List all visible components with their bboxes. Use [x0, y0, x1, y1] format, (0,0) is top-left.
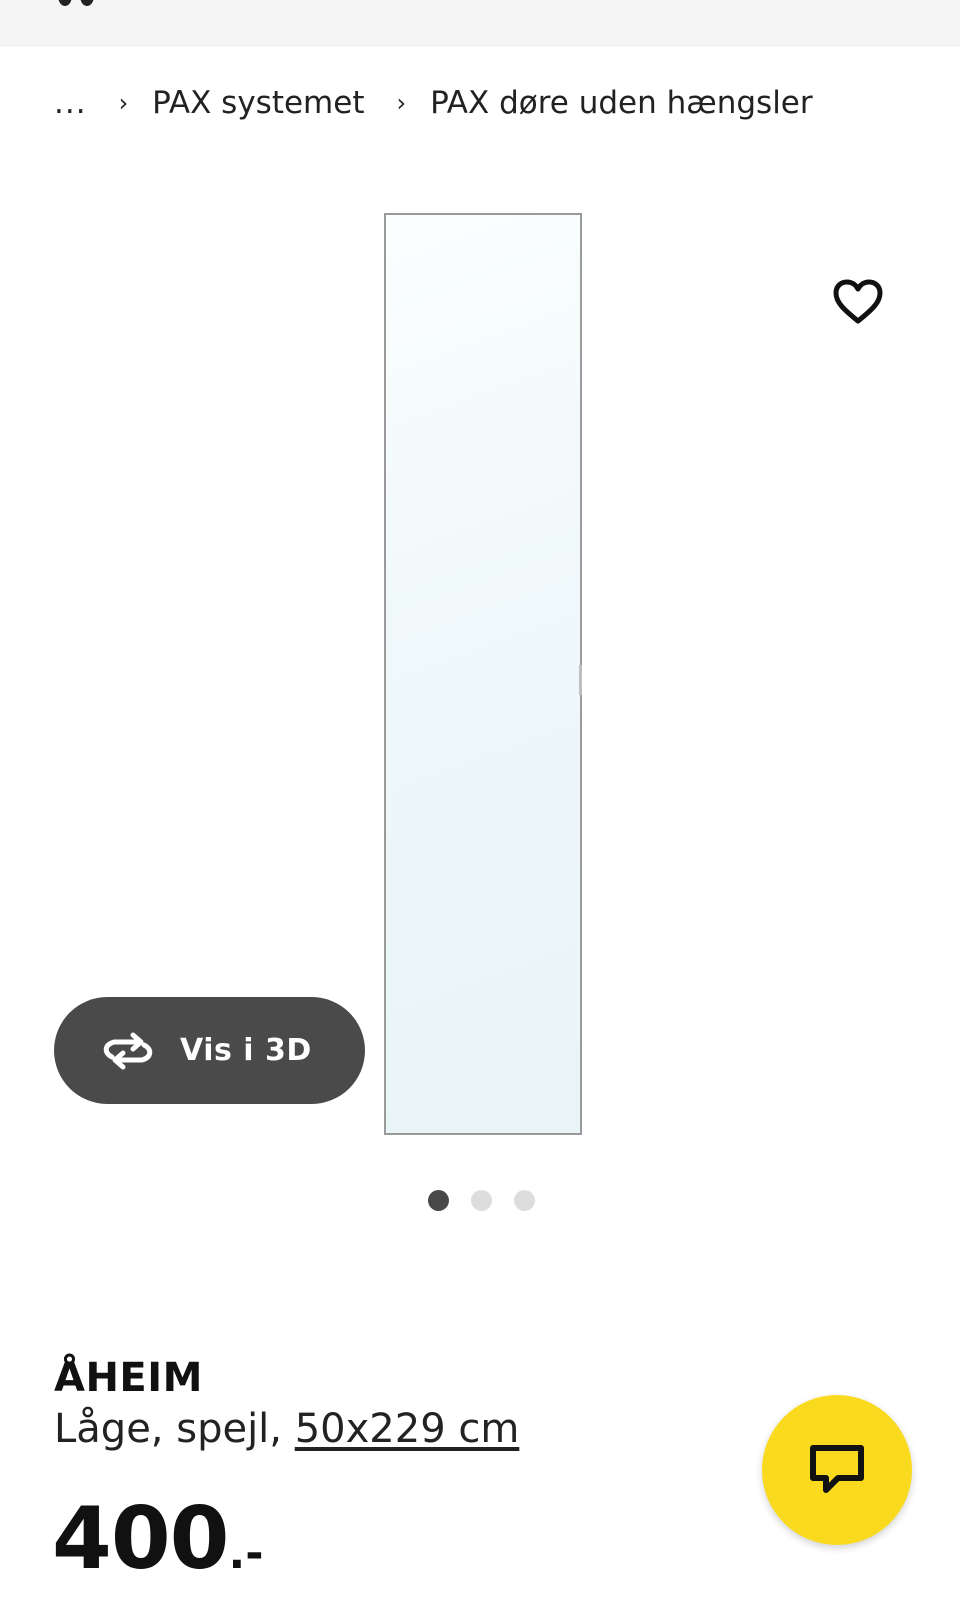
image-pager [428, 1190, 535, 1211]
view-in-3d-label: Vis i 3D [180, 1033, 312, 1068]
top-bar [0, 0, 960, 46]
heart-icon [833, 279, 883, 324]
product-size-link[interactable]: 50x229 cm [295, 1406, 520, 1452]
favourite-button[interactable] [826, 270, 890, 334]
top-bar-logo-fragment[interactable] [58, 0, 94, 6]
door-edge-mark [579, 665, 582, 695]
breadcrumb-ellipsis[interactable]: ... [54, 85, 87, 121]
product-page: ... › PAX systemet › PAX døre uden hængs… [0, 0, 960, 1600]
pager-dot-1[interactable] [428, 1190, 449, 1211]
breadcrumb-item-pax-doere[interactable]: PAX døre uden hængsler [430, 85, 813, 121]
breadcrumb-separator: › [396, 89, 407, 117]
price-suffix: .- [228, 1528, 264, 1579]
pager-dot-2[interactable] [471, 1190, 492, 1211]
breadcrumb: ... › PAX systemet › PAX døre uden hængs… [54, 78, 813, 128]
breadcrumb-separator: › [118, 89, 129, 117]
breadcrumb-item-pax-systemet[interactable]: PAX systemet [152, 85, 364, 121]
product-price: 400 .- [52, 1496, 264, 1582]
view-in-3d-button[interactable]: Vis i 3D [54, 997, 365, 1104]
price-amount: 400 [52, 1489, 230, 1589]
product-image-mirror-door[interactable] [384, 213, 582, 1135]
rotate-3d-icon [100, 1031, 156, 1071]
chat-icon [810, 1445, 864, 1493]
product-description: Låge, spejl, 50x229 cm [54, 1406, 519, 1452]
chat-button[interactable] [762, 1395, 912, 1545]
product-name: ÅHEIM [54, 1355, 203, 1401]
pager-dot-3[interactable] [514, 1190, 535, 1211]
product-type-text: Låge, spejl, [54, 1406, 295, 1452]
